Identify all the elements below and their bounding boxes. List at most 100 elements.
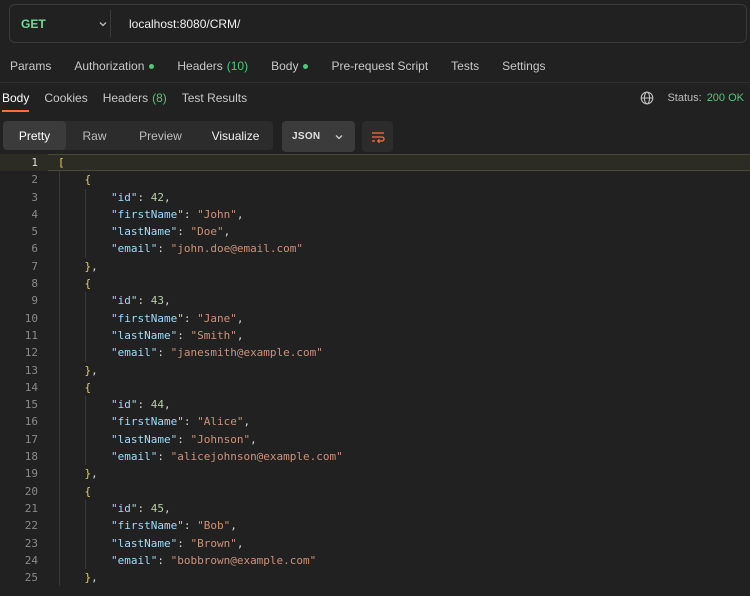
tab-label: Body bbox=[271, 59, 299, 73]
code-text: { bbox=[84, 277, 92, 291]
code-line: 6 "email": "john.doe@email.com" bbox=[0, 240, 750, 258]
wrap-lines-icon bbox=[371, 131, 385, 143]
code-text: "id": 44, bbox=[110, 398, 171, 412]
line-number: 14 bbox=[24, 380, 38, 394]
view-mode-toolbar: Pretty Raw Preview Visualize bbox=[3, 121, 273, 150]
code-text: "id": 42, bbox=[110, 190, 171, 204]
globe-icon[interactable] bbox=[640, 91, 654, 105]
visualize-button[interactable]: Visualize bbox=[198, 121, 273, 150]
code-text: { bbox=[84, 484, 92, 498]
method-selector[interactable]: GET bbox=[10, 5, 110, 42]
tab-count-badge: (10) bbox=[226, 59, 249, 73]
tab-settings[interactable]: Settings bbox=[502, 59, 545, 73]
code-line: 21 "id": 45, bbox=[0, 499, 750, 518]
line-number: 3 bbox=[31, 190, 38, 204]
response-tabs: Body Cookies Headers (8) Test Results bbox=[0, 91, 262, 112]
status-value[interactable]: 200 OK bbox=[707, 92, 744, 104]
line-number: 4 bbox=[31, 207, 38, 221]
code-line: 20 { bbox=[0, 482, 750, 500]
status-label: Status: bbox=[667, 92, 702, 104]
code-text: "firstName": "Bob", bbox=[110, 519, 237, 533]
preview-button[interactable]: Preview bbox=[123, 121, 198, 150]
response-tab-test-results[interactable]: Test Results bbox=[182, 91, 247, 105]
code-line: 7 }, bbox=[0, 257, 750, 276]
tab-authorization[interactable]: Authorization bbox=[74, 59, 155, 73]
code-text: "email": "janesmith@example.com" bbox=[110, 346, 323, 360]
tab-label: Body bbox=[2, 91, 30, 105]
tab-label: Cookies bbox=[44, 91, 88, 105]
line-number: 11 bbox=[24, 328, 38, 342]
url-input[interactable]: localhost:8080/CRM/ bbox=[129, 17, 240, 31]
tab-label: Test Results bbox=[181, 91, 248, 105]
tab-headers[interactable]: Headers (10) bbox=[177, 59, 248, 73]
code-text: }, bbox=[84, 363, 98, 377]
line-number: 7 bbox=[31, 259, 38, 273]
line-number: 22 bbox=[24, 519, 38, 533]
line-number: 13 bbox=[24, 363, 38, 377]
response-tab-body[interactable]: Body bbox=[2, 91, 30, 112]
code-text: { bbox=[84, 380, 92, 394]
code-line: 14 { bbox=[0, 378, 750, 397]
line-number: 15 bbox=[24, 398, 38, 412]
line-number: 6 bbox=[31, 242, 38, 256]
status-dot bbox=[149, 63, 155, 69]
tab-count-badge: (8) bbox=[152, 91, 167, 105]
code-line: 19 }, bbox=[0, 465, 750, 483]
response-tab-cookies[interactable]: Cookies bbox=[44, 91, 87, 105]
line-number: 1 bbox=[31, 156, 38, 169]
code-line: 8 { bbox=[0, 275, 750, 293]
code-line: 4 "firstName": "John", bbox=[0, 205, 750, 224]
request-url-bar: GET localhost:8080/CRM/ bbox=[9, 4, 747, 43]
code-text: "firstName": "Alice", bbox=[110, 415, 251, 429]
tab-tests[interactable]: Tests bbox=[451, 59, 479, 73]
code-text: "email": "john.doe@email.com" bbox=[110, 242, 304, 256]
line-number: 23 bbox=[24, 536, 38, 550]
code-line: 10 "firstName": "Jane", bbox=[0, 309, 750, 327]
line-number: 21 bbox=[24, 501, 38, 515]
code-line: 1[ bbox=[0, 154, 750, 172]
code-text: "lastName": "Doe", bbox=[110, 225, 231, 239]
request-tabs: Params Authorization Headers (10) Body Pre-re… bbox=[0, 52, 750, 80]
code-line: 9 "id": 43, bbox=[0, 292, 750, 310]
method-label: GET bbox=[21, 16, 46, 31]
code-line: 18 "email": "alicejohnson@example.com" bbox=[0, 448, 750, 466]
line-number: 2 bbox=[31, 173, 38, 187]
tab-label: Tests bbox=[451, 59, 480, 73]
tab-pre-request-script[interactable]: Pre-request Script bbox=[331, 59, 428, 73]
chevron-down-icon bbox=[99, 21, 107, 26]
format-label: JSON bbox=[292, 131, 321, 142]
tab-label: Settings bbox=[502, 59, 546, 73]
code-line: 12 "email": "janesmith@example.com" bbox=[0, 344, 750, 362]
line-number: 20 bbox=[24, 484, 38, 498]
response-body-editor[interactable]: 1[2 {3 "id": 42, 4 "firstName": "John", 5 … bbox=[0, 154, 750, 596]
tab-label: Pre-request Script bbox=[331, 59, 429, 73]
tab-body[interactable]: Body bbox=[271, 59, 309, 73]
code-text: "email": "bobbrown@example.com" bbox=[110, 553, 317, 567]
code-text: }, bbox=[84, 571, 98, 585]
wrap-lines-button[interactable] bbox=[362, 121, 393, 152]
code-text: "lastName": "Johnson", bbox=[110, 432, 257, 446]
response-status: Status: 200 OK bbox=[640, 86, 744, 110]
line-number: 9 bbox=[31, 294, 38, 308]
section-divider bbox=[0, 82, 750, 83]
line-number: 16 bbox=[24, 415, 38, 429]
status-dot bbox=[303, 63, 309, 69]
code-line: 5 "lastName": "Doe", bbox=[0, 223, 750, 241]
pretty-button[interactable]: Pretty bbox=[3, 121, 66, 150]
code-line: 3 "id": 42, bbox=[0, 188, 750, 206]
line-number: 5 bbox=[31, 225, 38, 239]
format-selector[interactable]: JSON bbox=[282, 121, 355, 152]
line-number: 18 bbox=[24, 450, 38, 464]
code-text: "firstName": "Jane", bbox=[110, 311, 244, 325]
line-number: 12 bbox=[24, 346, 38, 360]
code-text: "id": 45, bbox=[110, 501, 171, 515]
line-number: 8 bbox=[31, 277, 38, 291]
code-text: { bbox=[84, 173, 92, 187]
tab-label: Headers bbox=[177, 59, 223, 73]
line-number: 19 bbox=[24, 467, 38, 481]
response-tab-headers[interactable]: Headers (8) bbox=[103, 91, 167, 105]
tab-label: Headers bbox=[102, 91, 149, 105]
raw-button[interactable]: Raw bbox=[66, 121, 123, 150]
code-line: 11 "lastName": "Smith", bbox=[0, 326, 750, 345]
tab-params[interactable]: Params bbox=[10, 59, 51, 73]
